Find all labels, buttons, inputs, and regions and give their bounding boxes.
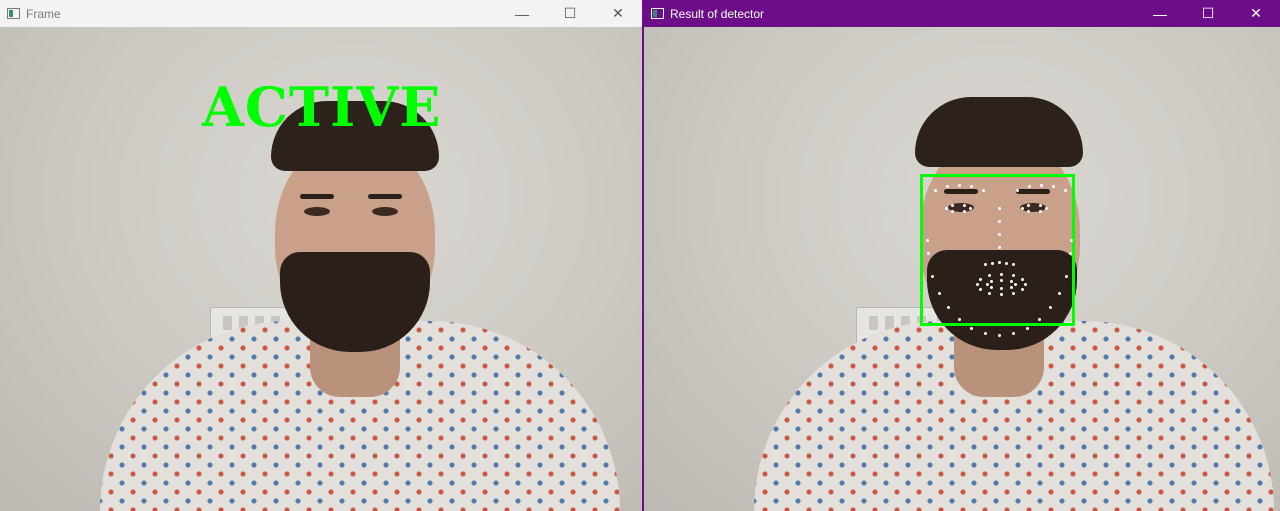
landmark-point [1021,288,1024,291]
landmark-point [938,292,941,295]
landmark-point [963,210,966,213]
landmark-point [1049,306,1052,309]
detector-titlebar[interactable]: Result of detector — ☐ ✕ [644,0,1280,27]
landmark-point [1039,204,1042,207]
landmark-point [946,185,949,188]
landmark-point [1012,263,1015,266]
landmark-point [979,278,982,281]
landmark-point [1026,327,1029,330]
app-window-icon [651,8,664,19]
landmark-point [927,252,930,255]
landmark-point [1000,287,1003,290]
landmark-point [1010,286,1013,289]
landmark-point [1000,293,1003,296]
frame-titlebar[interactable]: Frame — ☐ ✕ [0,0,642,27]
frame-window-controls: — ☐ ✕ [498,0,642,27]
landmark-point [979,288,982,291]
landmark-point [1021,278,1024,281]
app-window-icon [7,8,20,19]
landmark-point [1012,274,1015,277]
landmark-point [1064,189,1067,192]
landmark-point [1016,189,1019,192]
landmark-point [1005,262,1008,265]
landmark-point [1070,239,1073,242]
landmark-point [988,274,991,277]
landmark-point [951,210,954,213]
landmark-point [1010,280,1013,283]
landmark-point [970,185,973,188]
landmark-point [1027,204,1030,207]
landmark-point [969,207,972,210]
landmark-point [1039,210,1042,213]
landmark-point [1065,275,1068,278]
landmark-point [947,306,950,309]
landmark-point [1014,283,1017,286]
landmark-point [1012,332,1015,335]
landmark-point [934,189,937,192]
landmark-point [1027,210,1030,213]
close-button[interactable]: ✕ [1232,0,1280,27]
landmark-point [1040,184,1043,187]
landmark-point [984,263,987,266]
frame-window-title: Frame [26,6,61,21]
frame-window: Frame — ☐ ✕ ACTIVE [0,0,642,511]
landmark-point [998,207,1001,210]
landmark-point [958,318,961,321]
landmark-point [1012,292,1015,295]
landmark-point [1000,273,1003,276]
camera-frame-view: ACTIVE [0,27,642,511]
maximize-button[interactable]: ☐ [546,0,594,27]
landmark-point [1021,207,1024,210]
landmark-point [998,334,1001,337]
landmark-point [991,262,994,265]
landmark-point [976,283,979,286]
landmark-point [990,280,993,283]
landmark-point [931,275,934,278]
detector-window: Result of detector — ☐ ✕ [642,0,1280,511]
landmark-point [990,286,993,289]
landmark-point [998,220,1001,223]
landmark-point [1045,207,1048,210]
landmark-point [1038,318,1041,321]
landmark-point [945,207,948,210]
landmark-point [998,261,1001,264]
landmark-point [1028,185,1031,188]
detector-result-view [644,27,1280,511]
landmark-point [998,233,1001,236]
maximize-button[interactable]: ☐ [1184,0,1232,27]
minimize-button[interactable]: — [1136,0,1184,27]
face-bounding-box [920,174,1075,326]
landmark-point [963,204,966,207]
landmark-point [970,327,973,330]
landmark-point [984,332,987,335]
close-button[interactable]: ✕ [594,0,642,27]
landmark-point [986,283,989,286]
active-status-label: ACTIVE [202,75,442,139]
landmark-point [988,292,991,295]
detector-window-controls: — ☐ ✕ [1136,0,1280,27]
landmark-point [1024,283,1027,286]
landmark-point [1000,279,1003,282]
person-hair [915,97,1083,167]
landmark-point [1058,292,1061,295]
landmark-point [982,189,985,192]
landmark-point [1052,185,1055,188]
detector-window-title: Result of detector [670,6,765,21]
landmark-point [1069,252,1072,255]
landmark-point [998,246,1001,249]
landmark-point [958,184,961,187]
landmark-point [926,239,929,242]
landmark-point [951,204,954,207]
minimize-button[interactable]: — [498,0,546,27]
